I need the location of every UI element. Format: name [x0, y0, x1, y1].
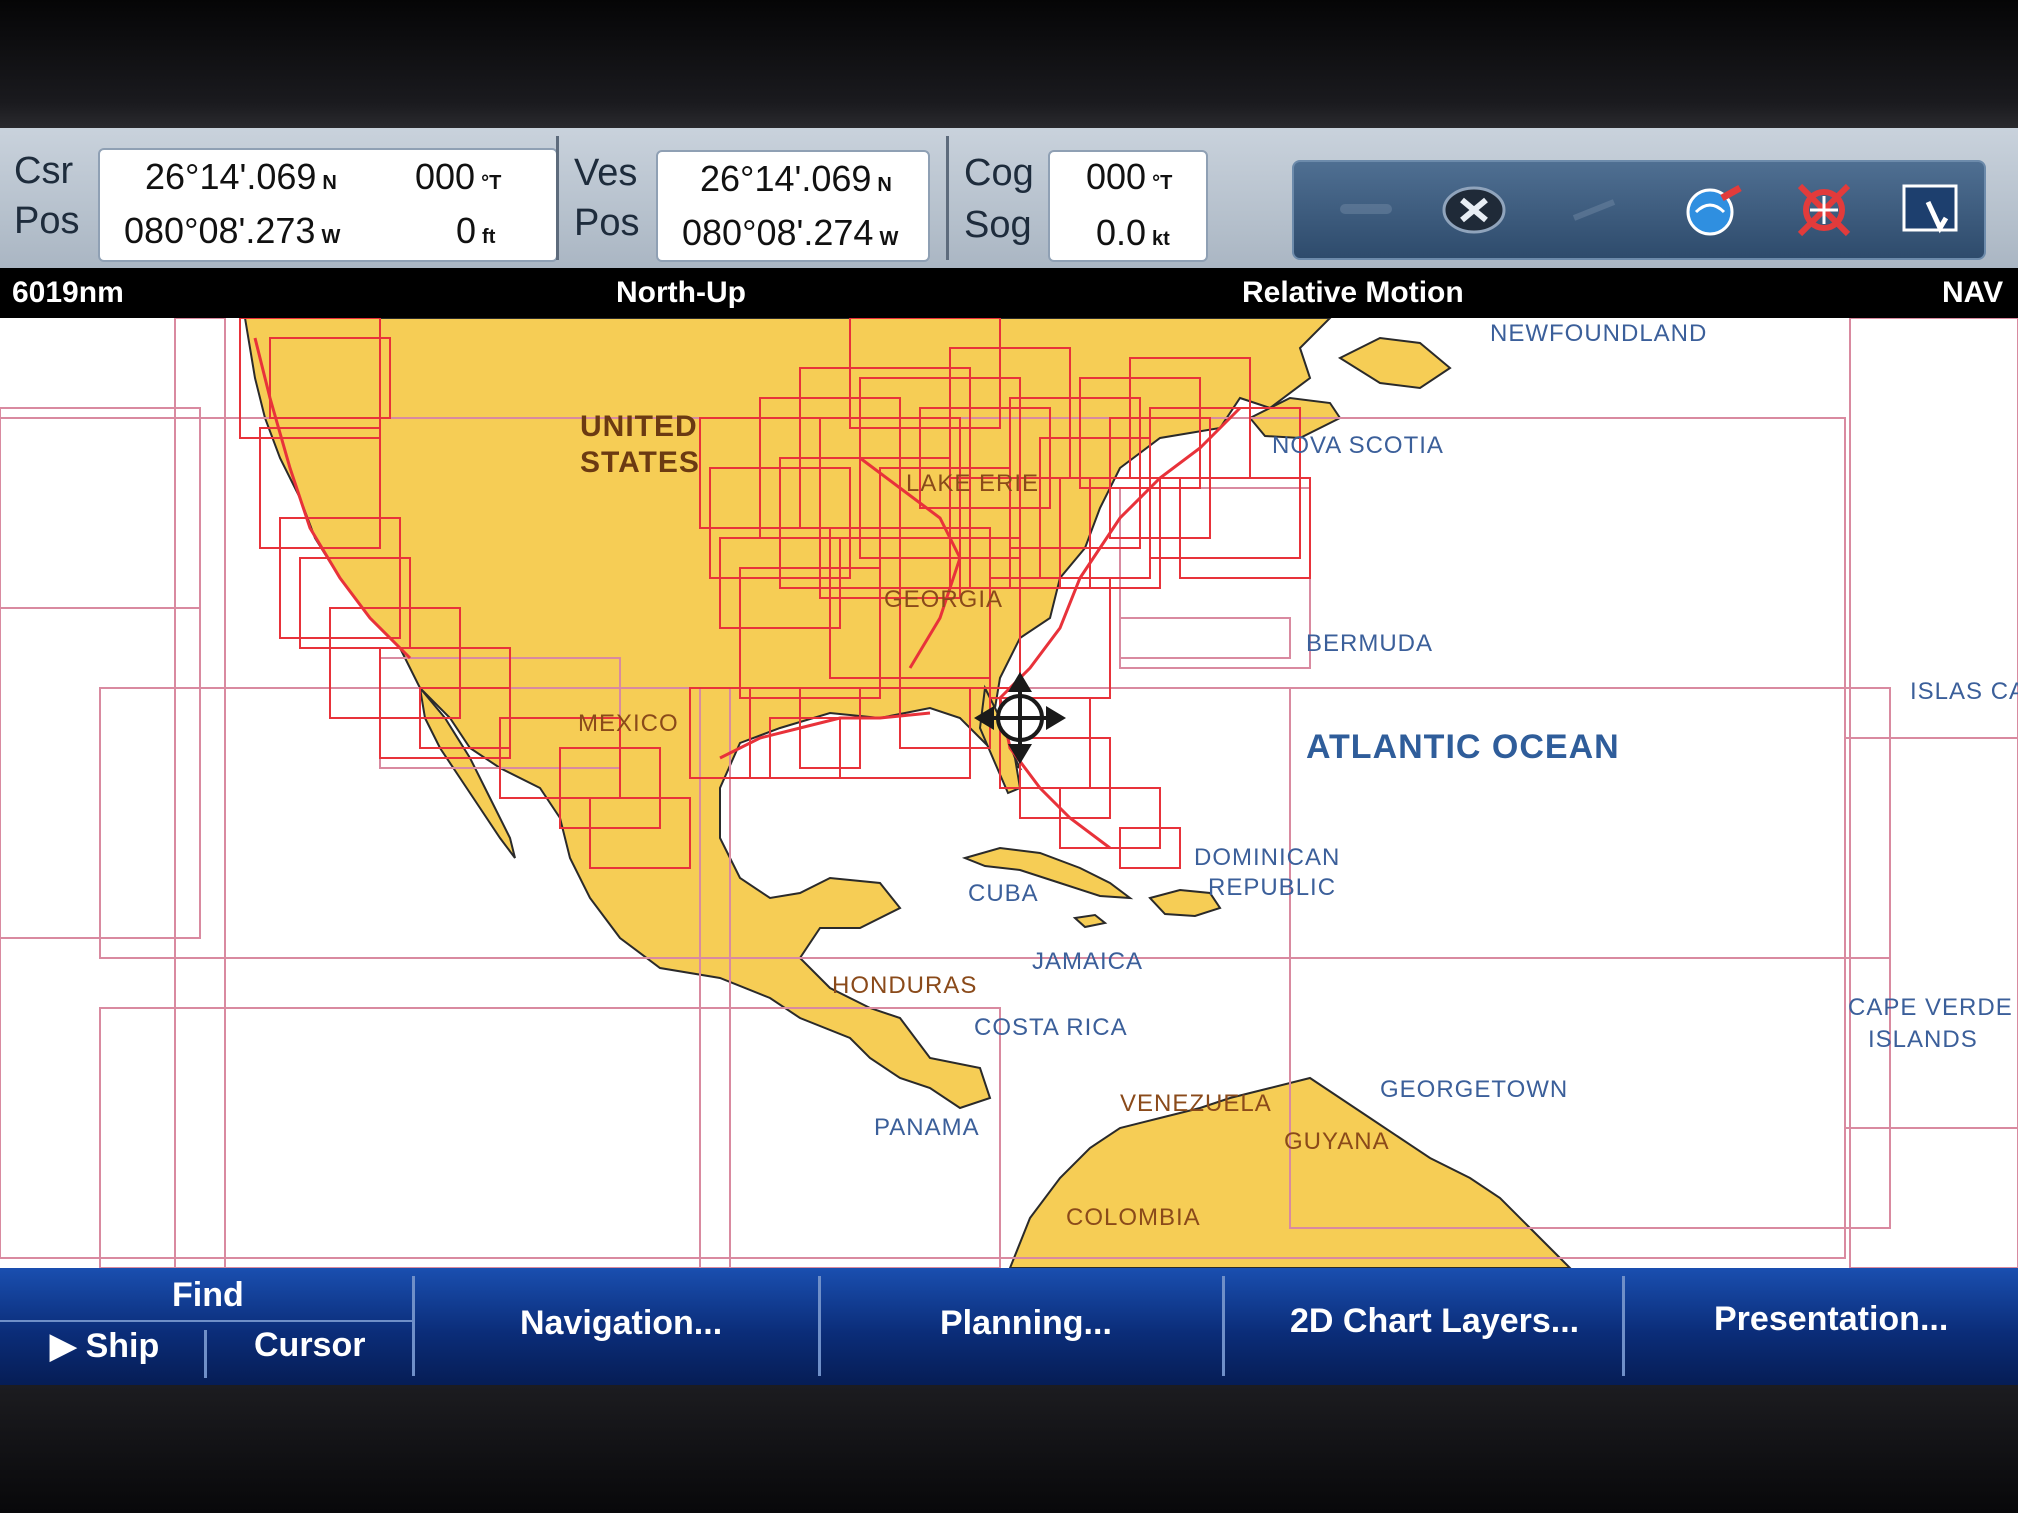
pos-label: Pos — [574, 202, 640, 244]
target-icon[interactable] — [1792, 178, 1856, 242]
planning-button[interactable]: Planning... — [940, 1304, 1112, 1343]
touch-icon[interactable] — [1900, 178, 1964, 242]
man-overboard-icon[interactable] — [1334, 178, 1398, 242]
data-bar: Csr Pos 26°14'.069 N 000 °T 080°08'.273 W 0… — [0, 128, 2018, 268]
display-bezel-bottom — [0, 1385, 2018, 1513]
sog-label: Sog — [964, 204, 1032, 246]
vessel-latitude: 26°14'.069 N — [700, 158, 892, 199]
label-georgetown: GEORGETOWN — [1380, 1076, 1569, 1103]
label-jamaica: JAMAICA — [1032, 948, 1144, 975]
play-arrow-icon: ▶ — [50, 1327, 77, 1365]
ves-label: Ves — [574, 152, 638, 194]
label-panama: PANAMA — [874, 1114, 980, 1141]
cog-label: Cog — [964, 152, 1034, 194]
nav-mode: NAV — [1942, 276, 2004, 309]
label-georgia: GEORGIA — [884, 586, 1004, 613]
label-islas-canarias: ISLAS CA — [1910, 678, 2018, 705]
vessel-longitude: 080°08'.274 W — [682, 212, 899, 253]
label-costa-rica: COSTA RICA — [974, 1014, 1128, 1041]
label-cape-verde: CAPE VERDE — [1848, 994, 2013, 1021]
pos-label: Pos — [14, 200, 80, 242]
find-cursor-button[interactable]: Cursor — [254, 1326, 365, 1365]
motion-mode[interactable]: Relative Motion — [1242, 276, 1464, 310]
divider — [0, 1320, 412, 1322]
label-united: UNITED — [580, 410, 698, 443]
label-nova-scotia: NOVA SCOTIA — [1272, 432, 1444, 459]
label-venezuela: VENEZUELA — [1120, 1090, 1272, 1117]
label-guyana: GUYANA — [1284, 1128, 1390, 1155]
label-states: STATES — [580, 446, 700, 479]
find-ship-button[interactable]: ▶ Ship — [50, 1326, 159, 1366]
cursor-longitude: 080°08'.273 W — [124, 210, 341, 251]
find-softkey-title: Find — [172, 1276, 244, 1314]
divider — [556, 136, 559, 260]
close-icon[interactable] — [1442, 178, 1506, 242]
sog-value: 0.0 kt — [1096, 212, 1170, 253]
label-republic: REPUBLIC — [1208, 874, 1337, 901]
cog-value: 000 °T — [1086, 156, 1173, 197]
waypoint-icon[interactable] — [1562, 178, 1626, 242]
label-mexico: MEXICO — [578, 710, 679, 737]
label-colombia: COLOMBIA — [1066, 1204, 1201, 1231]
label-honduras: HONDURAS — [832, 972, 978, 999]
divider — [412, 1276, 415, 1376]
label-bermuda: BERMUDA — [1306, 630, 1434, 657]
chart-map-svg — [0, 317, 2018, 1269]
label-dominican: DOMINICAN — [1194, 844, 1341, 871]
divider — [946, 136, 949, 260]
label-newfoundland: NEWFOUNDLAND — [1490, 320, 1708, 347]
shortcut-icon-panel — [1292, 160, 1986, 260]
cursor-bearing: 000 °T — [415, 156, 502, 197]
chart-area[interactable]: UNITED STATES LAKE ERIE GEORGIA MEXICO N… — [0, 317, 2018, 1269]
display-bezel-top — [0, 0, 2018, 128]
chart-layers-button[interactable]: 2D Chart Layers... — [1290, 1302, 1579, 1341]
chart-status-bar: 6019nm North-Up Relative Motion NAV — [0, 268, 2018, 318]
softkey-bar: Find ▶ Ship Cursor Navigation... Plannin… — [0, 1268, 2018, 1385]
csr-label: Csr — [14, 150, 74, 192]
label-cuba: CUBA — [968, 880, 1039, 907]
label-atlantic-ocean: ATLANTIC OCEAN — [1306, 728, 1620, 766]
cursor-range: 0 ft — [456, 210, 496, 251]
label-cape-verde-islands: ISLANDS — [1868, 1026, 1978, 1053]
presentation-button[interactable]: Presentation... — [1714, 1300, 1948, 1339]
range-readout: 6019nm — [12, 276, 124, 309]
divider — [204, 1330, 207, 1378]
navigation-button[interactable]: Navigation... — [520, 1304, 722, 1343]
orientation-mode[interactable]: North-Up — [616, 276, 746, 310]
globe-icon[interactable] — [1682, 178, 1746, 242]
divider — [818, 1276, 821, 1376]
divider — [1222, 1276, 1225, 1376]
divider — [1622, 1276, 1625, 1376]
label-lake-erie: LAKE ERIE — [906, 470, 1040, 497]
cursor-latitude: 26°14'.069 N — [145, 156, 337, 197]
chartplotter-screen: Csr Pos 26°14'.069 N 000 °T 080°08'.273 W 0… — [0, 128, 2018, 1385]
